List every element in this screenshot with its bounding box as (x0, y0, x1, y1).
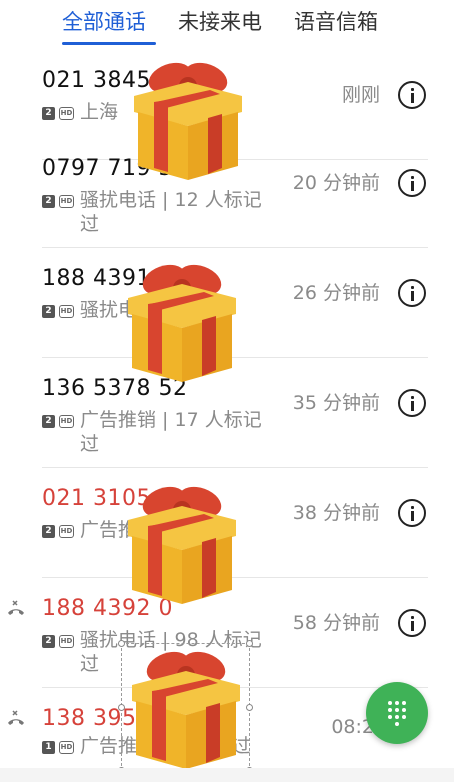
gift-box-icon[interactable] (122, 258, 242, 384)
sim-badge: 2 (42, 107, 55, 120)
call-description: 骚扰电话 | 12 人标记过 (80, 189, 262, 235)
gift-box-icon[interactable] (122, 480, 242, 606)
missed-call-icon (8, 710, 24, 725)
missed-call-icon (8, 600, 24, 615)
call-time: 20 分钟前 (292, 172, 380, 194)
resize-handle[interactable] (118, 704, 125, 711)
info-icon[interactable] (398, 81, 426, 109)
resize-handle[interactable] (246, 704, 253, 711)
tab-all-calls[interactable]: 全部通话 (62, 6, 146, 36)
info-icon[interactable] (398, 279, 426, 307)
call-time: 58 分钟前 (292, 612, 380, 634)
gift-box-icon[interactable] (128, 56, 248, 182)
tab-voicemail[interactable]: 语音信箱 (294, 6, 378, 36)
resize-handle[interactable] (118, 640, 125, 647)
info-icon[interactable] (398, 389, 426, 417)
active-tab-indicator (62, 42, 156, 45)
hd-badge: HD (59, 305, 74, 318)
dialpad-button[interactable] (366, 682, 428, 744)
call-time: 35 分钟前 (292, 392, 380, 414)
info-icon[interactable] (398, 169, 426, 197)
call-log-tabs: 全部通话 未接来电 语音信箱 (0, 0, 454, 50)
hd-badge: HD (59, 741, 74, 754)
call-time: 刚刚 (341, 84, 380, 106)
call-description: 广告推销 | 17 人标记过 (80, 409, 262, 455)
call-detail: 2 HD 广告推销 | 17 人标记过 (42, 408, 276, 456)
call-detail: 2 HD 骚扰电话 | 12 人标记过 (42, 188, 276, 236)
sim-badge: 2 (42, 525, 55, 538)
tab-missed-calls[interactable]: 未接来电 (178, 6, 262, 36)
sim-badge: 1 (42, 741, 55, 754)
sim-badge: 2 (42, 635, 55, 648)
hd-badge: HD (59, 525, 74, 538)
gift-box-icon[interactable] (126, 645, 246, 771)
info-icon[interactable] (398, 499, 426, 527)
sim-badge: 2 (42, 415, 55, 428)
call-time: 26 分钟前 (292, 282, 380, 304)
bottom-bar (0, 768, 454, 782)
resize-handle[interactable] (246, 640, 253, 647)
hd-badge: HD (59, 195, 74, 208)
info-icon[interactable] (398, 609, 426, 637)
hd-badge: HD (59, 415, 74, 428)
call-time: 38 分钟前 (292, 502, 380, 524)
sim-badge: 2 (42, 305, 55, 318)
hd-badge: HD (59, 107, 74, 120)
hd-badge: HD (59, 635, 74, 648)
sim-badge: 2 (42, 195, 55, 208)
